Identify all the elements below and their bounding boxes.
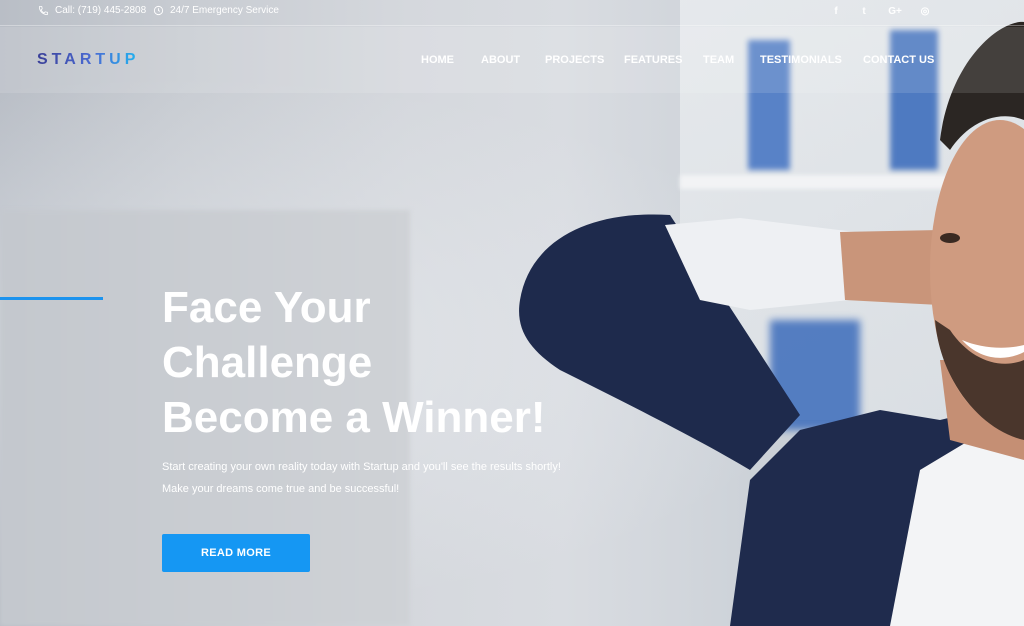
nav-team[interactable]: TEAM — [703, 54, 734, 66]
nav-testimonials[interactable]: TESTIMONIALS — [760, 54, 842, 66]
hero-subtext: Start creating your own reality today wi… — [162, 456, 642, 500]
read-more-button[interactable]: READ MORE — [162, 534, 310, 572]
subtext-line: Make your dreams come true and be succes… — [162, 483, 400, 495]
main-header: STARTUP HOME ABOUT PROJECTS FEATURES TEA… — [0, 27, 1024, 93]
nav-projects[interactable]: PROJECTS — [545, 54, 604, 66]
nav-about[interactable]: ABOUT — [481, 54, 520, 66]
instagram-icon[interactable]: ◎ — [918, 5, 932, 19]
clock-icon — [153, 5, 164, 16]
nav-home[interactable]: HOME — [421, 54, 454, 66]
facebook-icon[interactable]: f — [829, 5, 843, 19]
phone-text: Call: (719) 445-2808 — [55, 5, 147, 16]
hero-headline: Face Your Challenge Become a Winner! — [162, 280, 642, 445]
headline-line: Face Your — [162, 283, 371, 332]
headline-line: Become a Winner! — [162, 393, 546, 442]
nav-contact-us[interactable]: CONTACT US — [863, 54, 934, 66]
headline-line: Challenge — [162, 338, 373, 387]
service-info: 24/7 Emergency Service — [153, 5, 279, 16]
service-text: 24/7 Emergency Service — [170, 5, 279, 16]
accent-line — [0, 297, 103, 300]
top-info-bar: Call: (719) 445-2808 24/7 Emergency Serv… — [0, 0, 1024, 26]
twitter-icon[interactable]: t — [857, 5, 871, 19]
phone-info[interactable]: Call: (719) 445-2808 — [38, 5, 146, 16]
phone-icon — [38, 5, 49, 16]
subtext-line: Start creating your own reality today wi… — [162, 461, 561, 473]
google-plus-icon[interactable]: G+ — [886, 5, 904, 19]
nav-features[interactable]: FEATURES — [624, 54, 682, 66]
logo[interactable]: STARTUP — [37, 51, 139, 69]
